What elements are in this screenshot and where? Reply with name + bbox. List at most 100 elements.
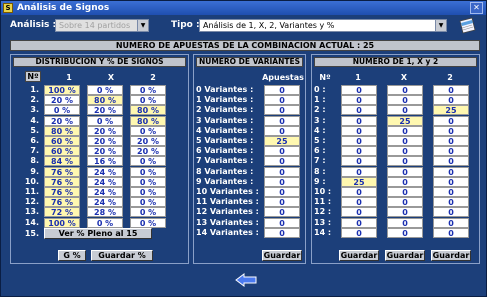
count-2-cell: 0 — [433, 115, 469, 126]
count-header-n: Nº — [319, 73, 331, 82]
count-header-x: X — [400, 73, 408, 82]
pct-x-cell: 20 % — [87, 136, 123, 146]
variant-label: 5 Variantes : — [196, 136, 254, 145]
variant-label: 13 Variantes : — [196, 217, 259, 227]
dist-header-1: 1 — [66, 73, 72, 82]
row-number: 7. — [30, 146, 39, 156]
count-header-1: 1 — [355, 73, 361, 82]
pct-1-cell: 76 % — [44, 197, 80, 208]
count-1-cell: 0 — [341, 115, 377, 126]
variant-label: 7 Variantes : — [196, 156, 254, 166]
row-number: 2. — [30, 95, 39, 105]
pct-2-cell: 0 % — [130, 176, 166, 187]
count-row-number: 0 : — [314, 85, 326, 94]
dist-header-n: Nº — [25, 71, 41, 82]
pct-1-cell: 76 % — [44, 176, 80, 187]
count-1-cell: 0 — [341, 166, 377, 177]
distribution-panel: DISTRIBUCION Y % DE SIGNOS Nº 1 X 2 1. 10… — [10, 54, 189, 264]
count-x-cell: 0 — [387, 207, 423, 218]
count-row-number: 1 : — [314, 95, 326, 105]
variant-label: 6 Variantes : — [196, 146, 254, 156]
pct-2-cell: 0 % — [130, 95, 166, 106]
count-2-cell: 0 — [433, 197, 469, 208]
variants-header: Apuestas — [262, 73, 304, 82]
count-x-cell: 0 — [387, 217, 423, 228]
count-title: NUMERO DE 1, X y 2 — [314, 57, 477, 67]
chevron-down-icon[interactable]: ▼ — [435, 20, 446, 31]
pct-1-cell: 76 % — [44, 166, 80, 177]
count-x-cell: 0 — [387, 166, 423, 177]
variant-count-cell: 0 — [264, 207, 300, 218]
pct-x-cell: 24 % — [87, 187, 123, 197]
variant-count-cell: 25 — [264, 136, 300, 146]
pct-1-cell: 76 % — [44, 187, 80, 197]
count-row-number: 9 : — [314, 176, 326, 186]
count-x-cell: 0 — [387, 105, 423, 116]
count-1-cell: 0 — [341, 217, 377, 228]
pct-x-cell: 24 % — [87, 166, 123, 177]
row-number: 9. — [30, 166, 39, 176]
count-header-2: 2 — [447, 73, 453, 82]
count-1-cell: 0 — [341, 95, 377, 106]
variant-count-cell: 0 — [264, 156, 300, 167]
pct-2-cell: 0 % — [130, 187, 166, 197]
pct-2-cell: 80 % — [130, 115, 166, 126]
count-2-cell: 0 — [433, 136, 469, 146]
pct-1-cell: 20 % — [44, 115, 80, 126]
back-arrow-icon[interactable] — [235, 273, 257, 287]
chevron-down-icon[interactable]: ▼ — [137, 20, 148, 31]
count-row-number: 4 : — [314, 125, 326, 135]
save-ones-button[interactable]: Guardar — [339, 250, 379, 261]
variant-label: 9 Variantes : — [196, 176, 254, 186]
count-x-cell: 0 — [387, 85, 423, 95]
count-2-cell: 0 — [433, 146, 469, 157]
count-1-cell: 0 — [341, 136, 377, 146]
analisis-label: Análisis : — [10, 20, 57, 30]
count-1-cell: 0 — [341, 105, 377, 116]
count-1-cell: 0 — [341, 125, 377, 136]
count-x-cell: 0 — [387, 156, 423, 167]
main-window: S Análisis de Signos ✕ Análisis : Sobre … — [0, 0, 487, 297]
count-2-cell: 0 — [433, 217, 469, 228]
pleno-button[interactable]: Ver % Pleno al 15 — [44, 228, 152, 239]
pct-2-cell: 0 % — [130, 207, 166, 218]
toolbar: Análisis : Sobre 14 partidos ▼ Tipo : An… — [1, 16, 486, 38]
save-percent-button[interactable]: Guardar % — [91, 250, 153, 261]
g-percent-button[interactable]: G % — [58, 250, 86, 261]
app-icon: S — [3, 3, 13, 13]
variant-label: 8 Variantes : — [196, 166, 254, 176]
variant-count-cell: 0 — [264, 197, 300, 208]
tipo-select[interactable]: Análisis de 1, X, 2, Variantes y % ▼ — [199, 19, 447, 32]
pct-1-cell: 100 % — [44, 85, 80, 95]
close-icon[interactable]: ✕ — [470, 2, 483, 14]
variant-count-cell: 0 — [264, 125, 300, 136]
analisis-select[interactable]: Sobre 14 partidos ▼ — [55, 19, 149, 32]
row-number: 14. — [24, 217, 39, 227]
pct-2-cell: 20 % — [130, 146, 166, 157]
variant-count-cell: 0 — [264, 217, 300, 228]
variant-count-cell: 0 — [264, 105, 300, 116]
count-2-cell: 25 — [433, 105, 469, 116]
row-number: 13. — [24, 207, 39, 217]
row-number: 3. — [30, 105, 39, 115]
save-twos-button[interactable]: Guardar — [431, 250, 471, 261]
pct-1-cell: 80 % — [44, 125, 80, 136]
count-row-number: 8 : — [314, 166, 326, 176]
tipo-label: Tipo : — [171, 20, 200, 30]
count-x-cell: 0 — [387, 125, 423, 136]
variant-count-cell: 0 — [264, 166, 300, 177]
count-2-cell: 0 — [433, 85, 469, 95]
variant-label: 2 Variantes : — [196, 105, 254, 115]
save-x-button[interactable]: Guardar — [385, 250, 425, 261]
pct-1-cell: 100 % — [44, 217, 80, 228]
count-2-cell: 0 — [433, 125, 469, 136]
notebook-icon[interactable] — [457, 17, 477, 35]
save-variants-button[interactable]: Guardar — [262, 250, 302, 261]
count-2-cell: 0 — [433, 95, 469, 106]
count-row-number: 5 : — [314, 136, 326, 145]
analisis-select-value: Sobre 14 partidos — [59, 21, 131, 30]
variants-panel: NUMERO DE VARIANTES Apuestas 0 Variantes… — [193, 54, 306, 264]
variant-label: 0 Variantes : — [196, 85, 254, 94]
pct-2-cell: 0 % — [130, 197, 166, 208]
variant-count-cell: 0 — [264, 176, 300, 187]
